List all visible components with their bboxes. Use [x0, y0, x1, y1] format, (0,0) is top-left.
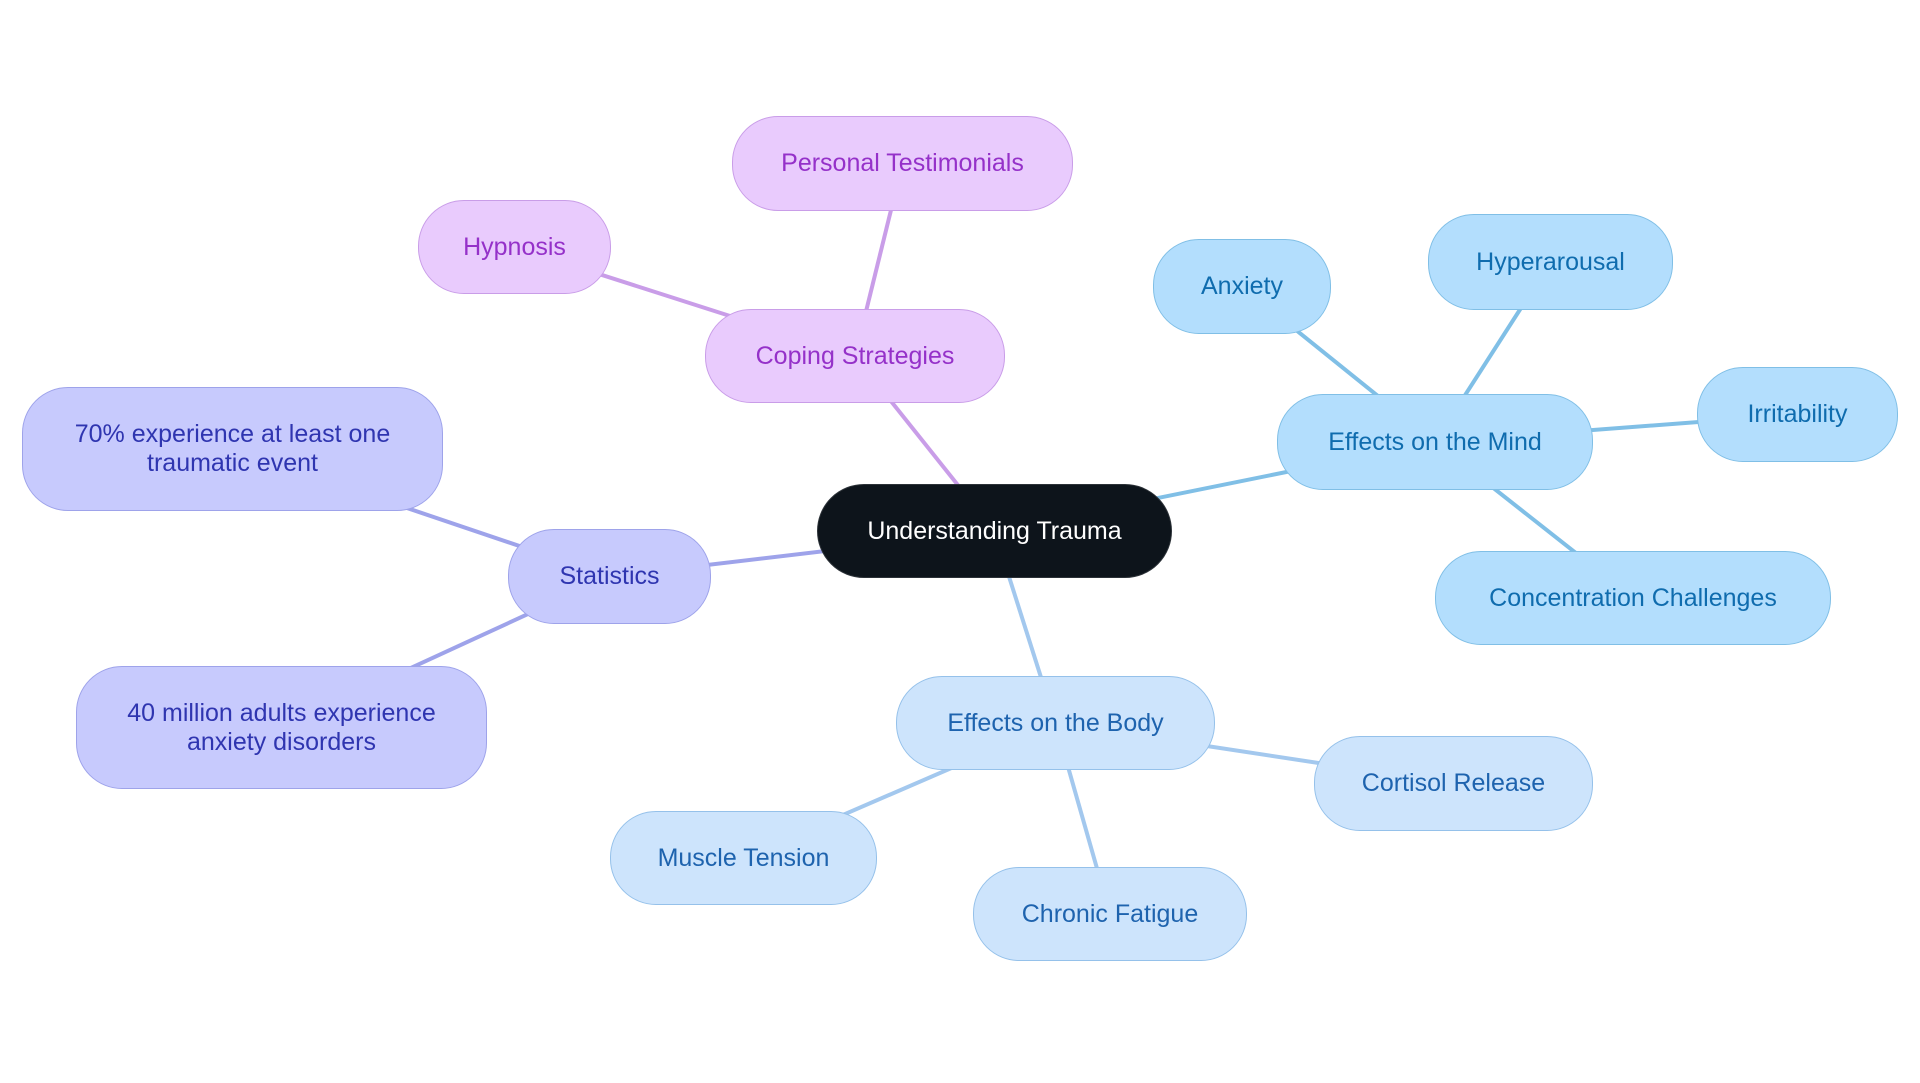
node-personal-testimonials[interactable]: Personal Testimonials: [732, 116, 1073, 211]
node-label: 70% experience at least one traumatic ev…: [74, 420, 391, 477]
node-concentration-challenges[interactable]: Concentration Challenges: [1435, 551, 1831, 645]
node-label: Cortisol Release: [1361, 769, 1546, 797]
node-label: Coping Strategies: [755, 341, 955, 370]
node-anxiety[interactable]: Anxiety: [1153, 239, 1331, 334]
node-label: Effects on the Body: [947, 708, 1164, 737]
node-label: Understanding Trauma: [867, 516, 1122, 545]
node-coping-strategies[interactable]: Coping Strategies: [705, 309, 1005, 403]
node-muscle-tension[interactable]: Muscle Tension: [610, 811, 877, 905]
node-label: Effects on the Mind: [1328, 427, 1542, 456]
node-effects-on-the-body[interactable]: Effects on the Body: [896, 676, 1215, 770]
node-label: Muscle Tension: [657, 843, 830, 872]
node-stat-70-percent[interactable]: 70% experience at least one traumatic ev…: [22, 387, 443, 511]
node-stat-40-million[interactable]: 40 million adults experience anxiety dis…: [76, 666, 487, 789]
node-label: Irritability: [1747, 400, 1848, 428]
node-chronic-fatigue[interactable]: Chronic Fatigue: [973, 867, 1247, 961]
node-label: Hypnosis: [463, 232, 566, 261]
node-label: Anxiety: [1201, 272, 1283, 300]
node-label: Concentration Challenges: [1489, 583, 1777, 612]
node-cortisol-release[interactable]: Cortisol Release: [1314, 736, 1593, 831]
node-irritability[interactable]: Irritability: [1697, 367, 1898, 462]
node-statistics[interactable]: Statistics: [508, 529, 711, 624]
node-hypnosis[interactable]: Hypnosis: [418, 200, 611, 294]
node-label: 40 million adults experience anxiety dis…: [127, 698, 436, 756]
node-hyperarousal[interactable]: Hyperarousal: [1428, 214, 1673, 310]
node-label: Hyperarousal: [1476, 247, 1625, 276]
node-label: Statistics: [559, 562, 660, 590]
node-understanding-trauma[interactable]: Understanding Trauma: [817, 484, 1172, 578]
node-label: Personal Testimonials: [781, 149, 1024, 177]
node-effects-on-the-mind[interactable]: Effects on the Mind: [1277, 394, 1593, 490]
node-label: Chronic Fatigue: [1021, 899, 1199, 928]
